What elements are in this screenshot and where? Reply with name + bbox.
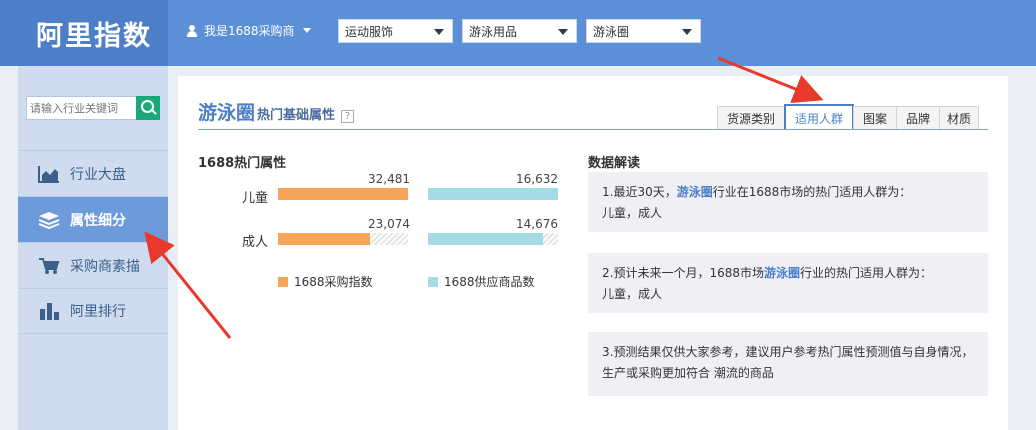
bar-supply-children bbox=[428, 188, 558, 200]
chevron-down-icon bbox=[558, 29, 568, 35]
category-select-1[interactable]: 运动服饰 bbox=[338, 19, 453, 43]
sidebar-item-label: 阿里排行 bbox=[70, 304, 126, 320]
help-icon[interactable]: ? bbox=[341, 110, 355, 123]
data-label: 14,676 bbox=[516, 217, 558, 231]
bar-track bbox=[428, 188, 558, 200]
legend-label: 1688采购指数 bbox=[294, 275, 373, 289]
legend-swatch bbox=[428, 276, 438, 287]
sidebar-item-label: 行业大盘 bbox=[70, 166, 126, 183]
chevron-down-icon bbox=[302, 28, 311, 33]
insight-text: 潮流的商品 bbox=[713, 366, 774, 380]
insight-card-3: 3.预测结果仅供大家参考，建议用户参考热门属性预测值与自身情况，生产或采购更加符… bbox=[588, 332, 988, 396]
category-select-3-value: 游泳圈 bbox=[593, 24, 630, 39]
tab-target-audience[interactable]: 适用人群 bbox=[784, 104, 854, 130]
sidebar-item-label: 属性细分 bbox=[70, 212, 126, 229]
user-role-menu[interactable]: 我是1688采购商 bbox=[186, 22, 311, 39]
tab-pattern[interactable]: 图案 bbox=[853, 106, 897, 130]
tab-source-type[interactable]: 货源类别 bbox=[717, 106, 785, 130]
data-label: 23,074 bbox=[368, 217, 410, 231]
title-suffix: 热门基础属性 bbox=[257, 108, 336, 123]
category-select-3[interactable]: 游泳圈 bbox=[586, 19, 701, 43]
insight-keyword: 游泳圈 bbox=[676, 185, 713, 199]
legend-label: 1688供应商品数 bbox=[444, 275, 535, 289]
sidebar-item-label: 采购商素描 bbox=[70, 258, 140, 275]
sidebar: 行业大盘 属性细分 采购商素描 阿里排行 bbox=[18, 66, 168, 430]
bar-purchase-children bbox=[278, 188, 408, 200]
title-divider bbox=[198, 129, 988, 130]
data-label: 16,632 bbox=[516, 172, 558, 186]
insight-text: 3.预测结果仅供大家参考，建议用户参考热门属性预测值与自身情况，生产或采购更加符… bbox=[602, 345, 974, 380]
category-select-1-value: 运动服饰 bbox=[345, 24, 394, 39]
bar-track bbox=[428, 233, 558, 245]
page-title: 游泳圈 热门基础属性 ? bbox=[198, 98, 355, 125]
title-keyword: 游泳圈 bbox=[198, 102, 256, 124]
sidebar-item-buyer-profile[interactable]: 采购商素描 bbox=[18, 242, 168, 288]
row-label-adults: 成人 bbox=[242, 235, 269, 250]
data-interpretation-heading: 数据解读 bbox=[588, 156, 641, 171]
insight-card-2: 2.预计未来一个月，1688市场游泳圈行业的热门适用人群为： 儿童，成人 bbox=[588, 253, 988, 313]
sidebar-item-ali-ranking[interactable]: 阿里排行 bbox=[18, 288, 168, 334]
user-role-label: 我是1688采购商 bbox=[204, 24, 295, 38]
search-input[interactable] bbox=[26, 96, 136, 120]
bar-purchase-adults bbox=[278, 233, 371, 245]
sidebar-item-attribute-breakdown[interactable]: 属性细分 bbox=[18, 196, 168, 242]
area-chart-icon bbox=[38, 165, 59, 183]
main-panel: 游泳圈 热门基础属性 ? 货源类别 适用人群 图案 品牌 材质 1688热门属性… bbox=[178, 76, 1008, 430]
chevron-down-icon bbox=[434, 29, 444, 35]
layers-icon bbox=[38, 211, 60, 229]
app-logo[interactable]: 阿里指数 bbox=[0, 0, 168, 66]
attribute-tabs: 货源类别 适用人群 图案 品牌 材质 bbox=[717, 104, 979, 130]
category-select-2[interactable]: 游泳用品 bbox=[462, 19, 577, 43]
row-label-children: 儿童 bbox=[242, 191, 269, 206]
cart-icon bbox=[39, 257, 60, 274]
insight-text: 2.预计未来一个月，1688市场 bbox=[602, 266, 764, 280]
legend-supply: 1688供应商品数 bbox=[428, 273, 535, 290]
hot-attributes-heading: 1688热门属性 bbox=[198, 156, 287, 171]
keyword-search bbox=[26, 96, 160, 120]
category-select-2-value: 游泳用品 bbox=[469, 24, 518, 39]
sidebar-item-industry-overview[interactable]: 行业大盘 bbox=[18, 150, 168, 196]
tab-material[interactable]: 材质 bbox=[939, 106, 979, 130]
top-header: 阿里指数 我是1688采购商 运动服饰 游泳用品 游泳圈 bbox=[0, 0, 1036, 66]
chevron-down-icon bbox=[682, 29, 692, 35]
bar-supply-adults bbox=[428, 233, 543, 245]
insight-text: 1.最近30天， bbox=[602, 185, 677, 199]
user-icon bbox=[186, 24, 198, 37]
insight-card-1: 1.最近30天，游泳圈行业在1688市场的热门适用人群为： 儿童，成人 bbox=[588, 172, 988, 232]
legend-purchase: 1688采购指数 bbox=[278, 273, 373, 290]
bar-track bbox=[278, 188, 408, 200]
insight-result: 儿童，成人 bbox=[602, 206, 663, 220]
insight-result: 儿童，成人 bbox=[602, 287, 663, 301]
insight-text: 行业在1688市场的热门适用人群为： bbox=[712, 185, 912, 199]
bar-track bbox=[278, 233, 408, 245]
insight-text: 行业的热门适用人群为： bbox=[800, 266, 933, 280]
legend-swatch bbox=[278, 276, 288, 287]
tab-brand[interactable]: 品牌 bbox=[896, 106, 940, 130]
bar-chart-icon bbox=[40, 303, 59, 320]
data-label: 32,481 bbox=[368, 172, 410, 186]
insight-keyword: 游泳圈 bbox=[764, 266, 801, 280]
search-button[interactable] bbox=[136, 96, 160, 120]
